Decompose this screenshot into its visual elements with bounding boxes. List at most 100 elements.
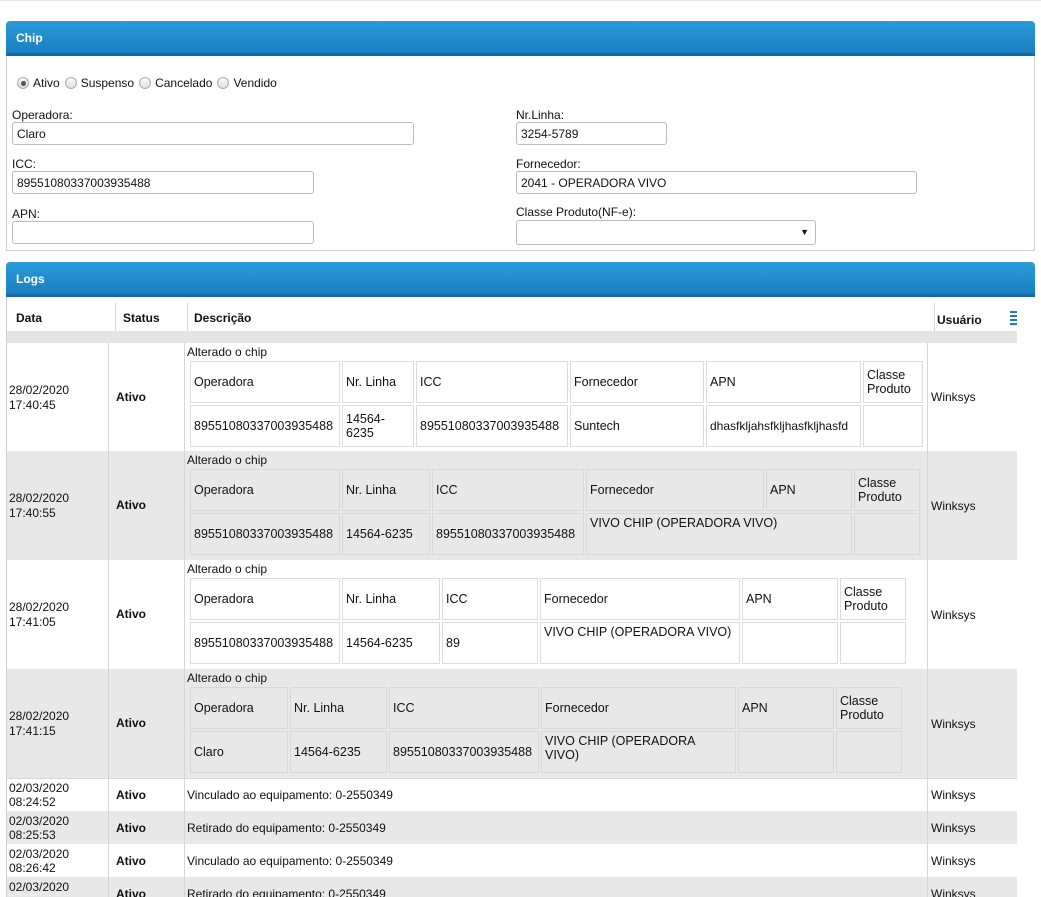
change-detail-table: Operadora Nr. Linha ICC Fornecedor APN C… xyxy=(188,576,908,666)
radio-ativo-label[interactable]: Ativo xyxy=(33,76,60,90)
detail-value: 89551080337003935488 xyxy=(432,513,584,555)
table-row[interactable]: 02/03/2020 Ativo Retirado do equipamento… xyxy=(7,877,1024,897)
table-row[interactable]: 28/02/2020 17:40:55 Ativo Alterado o chi… xyxy=(7,451,1024,560)
row-date: 02/03/2020 xyxy=(9,880,70,894)
row-user: Winksys xyxy=(931,788,976,802)
detail-header: Classe Produto xyxy=(854,469,920,511)
detail-header: ICC xyxy=(432,469,584,511)
detail-header: Classe Produto xyxy=(836,687,902,729)
detail-value: 14564-6235 xyxy=(342,513,430,555)
chevron-down-icon: ▼ xyxy=(800,227,809,237)
row-description: Vinculado ao equipamento: 0-2550349 xyxy=(187,788,393,802)
radio-suspenso-label[interactable]: Suspenso xyxy=(81,76,134,90)
detail-value: dhasfkljahsfkljhasfkljhasfd xyxy=(706,405,861,447)
table-row[interactable]: 02/03/2020 08:24:52 Ativo Vinculado ao e… xyxy=(7,778,1024,811)
header-gray-strip xyxy=(7,331,1024,343)
chip-panel-header: Chip xyxy=(6,21,1035,56)
change-detail-table: Operadora Nr. Linha ICC Fornecedor APN C… xyxy=(188,359,925,449)
logs-panel-title: Logs xyxy=(16,272,45,286)
row-status: Ativo xyxy=(116,390,146,404)
table-row[interactable]: 28/02/2020 17:40:45 Ativo Alterado o chi… xyxy=(7,343,1024,451)
row-status: Ativo xyxy=(116,887,146,897)
table-row[interactable]: 28/02/2020 17:41:05 Ativo Alterado o chi… xyxy=(7,560,1024,669)
table-row[interactable]: 02/03/2020 08:25:53 Ativo Retirado do eq… xyxy=(7,811,1024,844)
row-user: Winksys xyxy=(931,887,976,897)
radio-vendido-label[interactable]: Vendido xyxy=(233,76,276,90)
detail-header: Fornecedor xyxy=(586,469,764,511)
col-data[interactable]: Data xyxy=(16,311,42,325)
detail-value: 89551080337003935488 xyxy=(190,405,340,447)
fornecedor-input[interactable]: 2041 - OPERADORA VIVO xyxy=(516,171,917,194)
row-description: Alterado o chip xyxy=(187,671,268,685)
radio-suspenso[interactable] xyxy=(64,77,77,89)
classe-produto-label: Classe Produto(NF-e): xyxy=(516,205,637,219)
row-status: Ativo xyxy=(116,788,146,802)
detail-value: 14564-6235 xyxy=(290,731,387,773)
detail-value: Suntech xyxy=(570,405,704,447)
detail-header: Fornecedor xyxy=(540,578,740,620)
row-status: Ativo xyxy=(116,716,146,730)
col-status[interactable]: Status xyxy=(123,311,160,325)
detail-value: VIVO CHIP (OPERADORA VIVO) xyxy=(540,622,740,664)
radio-ativo[interactable] xyxy=(17,77,29,89)
nr-linha-input[interactable]: 3254-5789 xyxy=(516,122,667,145)
detail-value xyxy=(840,622,906,664)
detail-value: 89 xyxy=(442,622,538,664)
row-user: Winksys xyxy=(931,717,976,731)
row-user: Winksys xyxy=(931,390,976,404)
detail-header: Fornecedor xyxy=(541,687,736,729)
row-description: Alterado o chip xyxy=(187,345,268,359)
row-user: Winksys xyxy=(931,608,976,622)
row-date: 28/02/2020 xyxy=(9,383,70,397)
detail-header: Nr. Linha xyxy=(290,687,387,729)
detail-header: Nr. Linha xyxy=(342,578,440,620)
detail-value: 14564-6235 xyxy=(342,622,440,664)
detail-header: APN xyxy=(766,469,852,511)
detail-header: ICC xyxy=(442,578,538,620)
row-description: Alterado o chip xyxy=(187,453,268,467)
row-date: 28/02/2020 xyxy=(9,491,70,505)
icc-label: ICC: xyxy=(12,157,36,171)
detail-value xyxy=(854,513,920,555)
logs-table: Data Status Descrição Usuário 28/02/2020… xyxy=(6,297,1035,897)
row-date: 28/02/2020 xyxy=(9,709,70,723)
row-user: Winksys xyxy=(931,854,976,868)
apn-label: APN: xyxy=(12,207,41,221)
apn-input[interactable] xyxy=(12,221,314,244)
detail-header: Operadora xyxy=(190,687,288,729)
row-status: Ativo xyxy=(116,821,146,835)
row-time: 08:26:42 xyxy=(9,861,56,875)
logs-panel-header: Logs xyxy=(6,262,1035,297)
detail-value xyxy=(863,405,923,447)
row-status: Ativo xyxy=(116,854,146,868)
table-row[interactable]: 28/02/2020 17:41:15 Ativo Alterado o chi… xyxy=(7,669,1024,778)
row-description: Vinculado ao equipamento: 0-2550349 xyxy=(187,854,393,868)
row-user: Winksys xyxy=(931,499,976,513)
row-description: Alterado o chip xyxy=(187,562,268,576)
row-time: 17:40:55 xyxy=(9,506,56,520)
detail-value: 89551080337003935488 xyxy=(190,622,340,664)
detail-header: Operadora xyxy=(190,469,340,511)
top-border xyxy=(0,0,1041,1)
operadora-input[interactable]: Claro xyxy=(12,122,414,145)
col-descricao[interactable]: Descrição xyxy=(194,311,251,325)
detail-header: Operadora xyxy=(190,578,340,620)
row-time: 17:41:05 xyxy=(9,615,56,629)
row-time: 08:24:52 xyxy=(9,795,56,809)
detail-header: ICC xyxy=(389,687,539,729)
row-date: 02/03/2020 xyxy=(9,781,70,795)
radio-cancelado[interactable] xyxy=(139,77,152,89)
detail-header: Fornecedor xyxy=(570,361,704,403)
radio-cancelado-label[interactable]: Cancelado xyxy=(155,76,212,90)
detail-header: Classe Produto xyxy=(840,578,906,620)
col-usuario[interactable]: Usuário xyxy=(937,313,982,327)
radio-vendido[interactable] xyxy=(217,77,230,89)
icc-input[interactable]: 89551080337003935488 xyxy=(12,171,314,194)
chip-panel-title: Chip xyxy=(16,31,43,45)
classe-produto-select[interactable]: ▼ xyxy=(516,220,816,245)
table-row[interactable]: 02/03/2020 08:26:42 Ativo Vinculado ao e… xyxy=(7,844,1024,877)
detail-value: VIVO CHIP (OPERADORA VIVO) xyxy=(586,513,852,555)
row-date: 28/02/2020 xyxy=(9,600,70,614)
detail-header: APN xyxy=(742,578,838,620)
detail-header: APN xyxy=(706,361,861,403)
